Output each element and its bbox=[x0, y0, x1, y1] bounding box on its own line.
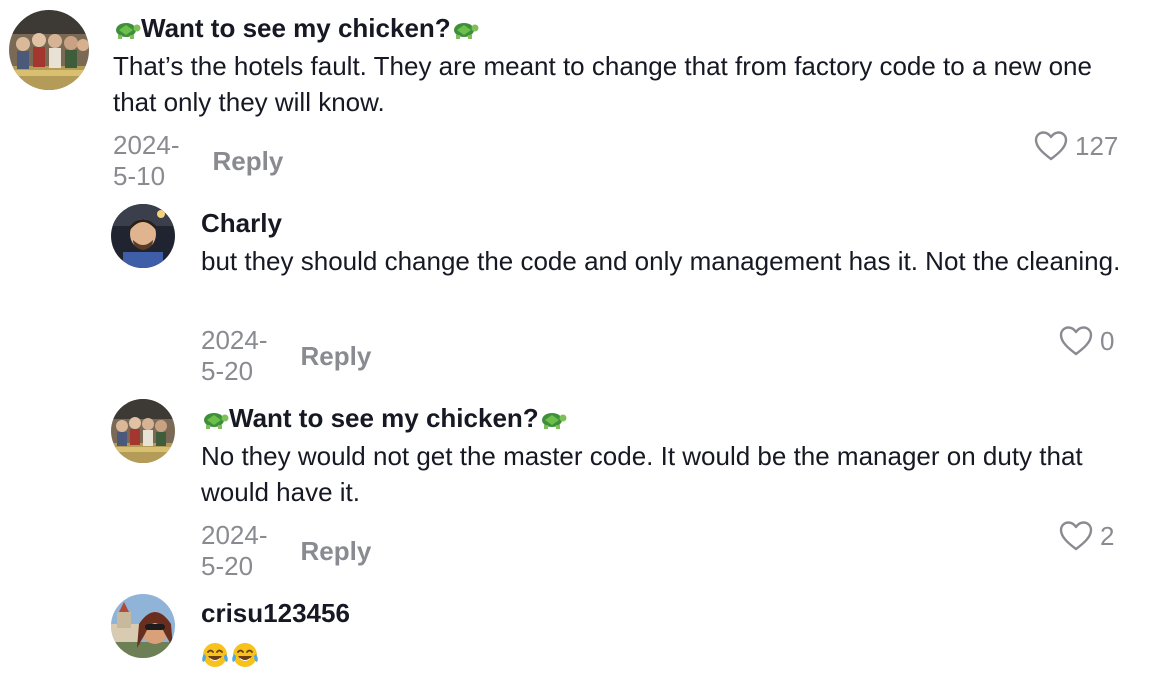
comment-text bbox=[201, 635, 1121, 671]
avatar[interactable] bbox=[111, 204, 175, 268]
like-count: 0 bbox=[1100, 325, 1115, 356]
like-button[interactable]: 2 bbox=[1058, 520, 1114, 552]
turtle-emoji-icon bbox=[453, 23, 479, 39]
username-text: Want to see my chicken? bbox=[141, 13, 451, 43]
turtle-emoji-icon bbox=[116, 23, 141, 39]
comment-username[interactable]: crisu123456 bbox=[201, 597, 1121, 629]
tears-of-joy-emoji-icon bbox=[202, 643, 228, 668]
turtle-emoji-icon bbox=[204, 413, 229, 429]
profile-photo-avatar-icon bbox=[111, 594, 175, 658]
comment-text: That’s the hotels fault. They are meant … bbox=[113, 51, 1092, 117]
like-button[interactable]: 127 bbox=[1033, 130, 1118, 162]
username-text: crisu123456 bbox=[201, 598, 350, 628]
turtle-emoji-icon bbox=[541, 413, 567, 429]
profile-photo-avatar-icon bbox=[111, 204, 175, 268]
like-button[interactable]: 0 bbox=[1058, 325, 1114, 357]
like-count: 2 bbox=[1100, 520, 1115, 551]
heart-outline-icon bbox=[1059, 326, 1093, 356]
comment-text: No they would not get the master code. I… bbox=[201, 441, 1083, 507]
comment-text: but they should change the code and only… bbox=[201, 246, 1121, 276]
comment-username[interactable]: Want to see my chicken? bbox=[201, 402, 1121, 434]
like-count: 127 bbox=[1075, 130, 1119, 161]
comment-date: 2024-5-10 bbox=[113, 130, 180, 191]
reply-button[interactable]: Reply bbox=[301, 341, 372, 372]
comment-username[interactable]: Charly bbox=[201, 207, 1121, 239]
group-photo-avatar-icon bbox=[9, 10, 89, 90]
heart-outline-icon bbox=[1034, 131, 1068, 161]
reply-button[interactable]: Reply bbox=[213, 146, 284, 177]
comment-username[interactable]: Want to see my chicken? bbox=[113, 12, 1123, 44]
avatar[interactable] bbox=[9, 10, 89, 90]
group-photo-avatar-icon bbox=[111, 399, 175, 463]
reply-button[interactable]: Reply bbox=[301, 536, 372, 567]
heart-outline-icon bbox=[1059, 521, 1093, 551]
comment-date: 2024-5-20 bbox=[201, 325, 268, 386]
comment-date: 2024-5-20 bbox=[201, 520, 268, 581]
avatar[interactable] bbox=[111, 594, 175, 658]
username-text: Want to see my chicken? bbox=[229, 403, 539, 433]
avatar[interactable] bbox=[111, 399, 175, 463]
username-text: Charly bbox=[201, 208, 282, 238]
tears-of-joy-emoji-icon bbox=[232, 643, 258, 668]
